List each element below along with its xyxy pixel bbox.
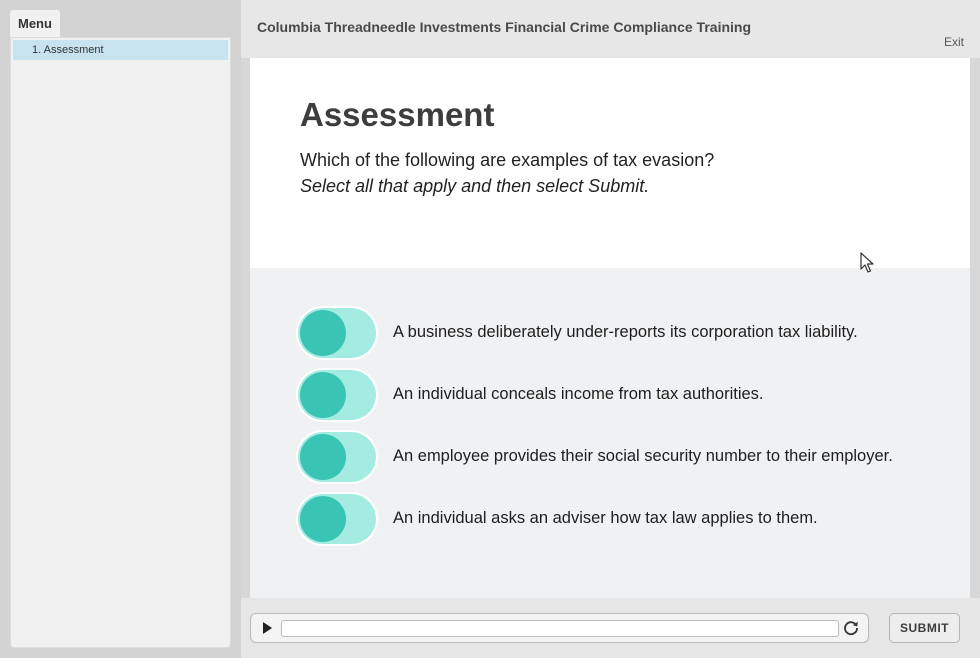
option-1[interactable]: A business deliberately under-reports it…: [298, 308, 958, 360]
exit-link[interactable]: Exit: [944, 35, 964, 49]
course-title: Columbia Threadneedle Investments Financ…: [257, 19, 752, 35]
sidebar-item-assessment[interactable]: 1. Assessment: [13, 40, 228, 60]
menu-tab[interactable]: Menu: [10, 10, 60, 38]
submit-button[interactable]: SUBMIT: [889, 613, 960, 643]
mouse-cursor-icon: [860, 252, 874, 273]
slide-header-panel: Assessment Which of the following are ex…: [250, 58, 970, 268]
instruction-text: Select all that apply and then select Su…: [300, 176, 650, 196]
option-label: An individual conceals income from tax a…: [393, 385, 764, 403]
replay-icon[interactable]: [842, 619, 860, 637]
toggle-knob: [300, 496, 346, 542]
toggle-switch[interactable]: [298, 432, 376, 482]
sidebar: Menu 1. Assessment: [0, 0, 241, 658]
play-icon[interactable]: [259, 620, 275, 636]
header: Columbia Threadneedle Investments Financ…: [241, 0, 980, 58]
toggle-switch[interactable]: [298, 494, 376, 544]
toggle-knob: [300, 372, 346, 418]
question-text: Which of the following are examples of t…: [300, 150, 715, 170]
toggle-switch[interactable]: [298, 308, 376, 358]
menu-panel: 1. Assessment: [10, 37, 231, 648]
option-2[interactable]: An individual conceals income from tax a…: [298, 370, 958, 422]
bottom-bar: SUBMIT: [241, 598, 980, 658]
toggle-knob: [300, 310, 346, 356]
option-3[interactable]: An employee provides their social securi…: [298, 432, 958, 484]
toggle-switch[interactable]: [298, 370, 376, 420]
progress-bar[interactable]: [281, 620, 839, 637]
option-label: A business deliberately under-reports it…: [393, 323, 858, 341]
option-label: An employee provides their social securi…: [393, 447, 893, 465]
option-4[interactable]: An individual asks an adviser how tax la…: [298, 494, 958, 546]
page-title: Assessment: [300, 96, 495, 133]
slide: Assessment Which of the following are ex…: [250, 58, 970, 598]
media-player: [250, 613, 869, 643]
option-label: An individual asks an adviser how tax la…: [393, 509, 818, 527]
toggle-knob: [300, 434, 346, 480]
